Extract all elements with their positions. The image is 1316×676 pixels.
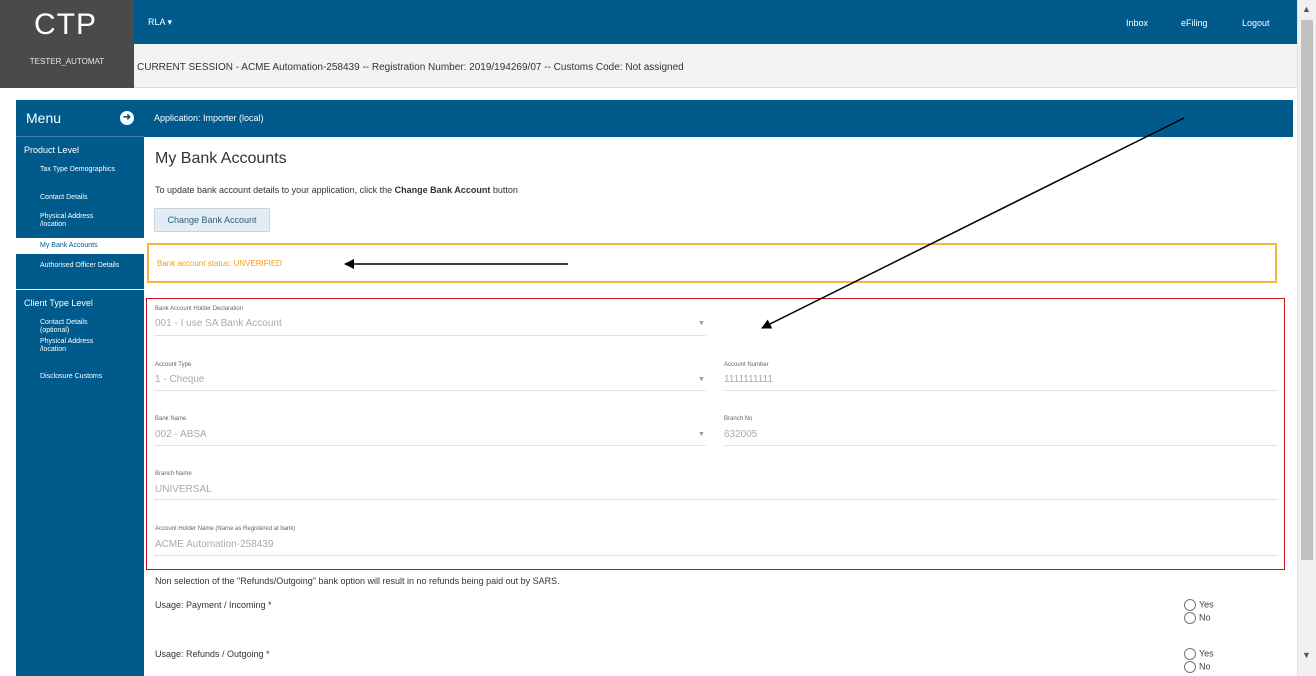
annotation-arrows — [344, 117, 1185, 329]
scroll-up-icon[interactable]: ▲ — [1302, 4, 1311, 14]
scroll-down-icon[interactable]: ▼ — [1302, 650, 1311, 660]
vertical-scrollbar[interactable]: ▲ ▼ — [1297, 0, 1316, 676]
scrollbar-thumb[interactable] — [1301, 20, 1313, 560]
form-arrow — [761, 117, 1185, 329]
